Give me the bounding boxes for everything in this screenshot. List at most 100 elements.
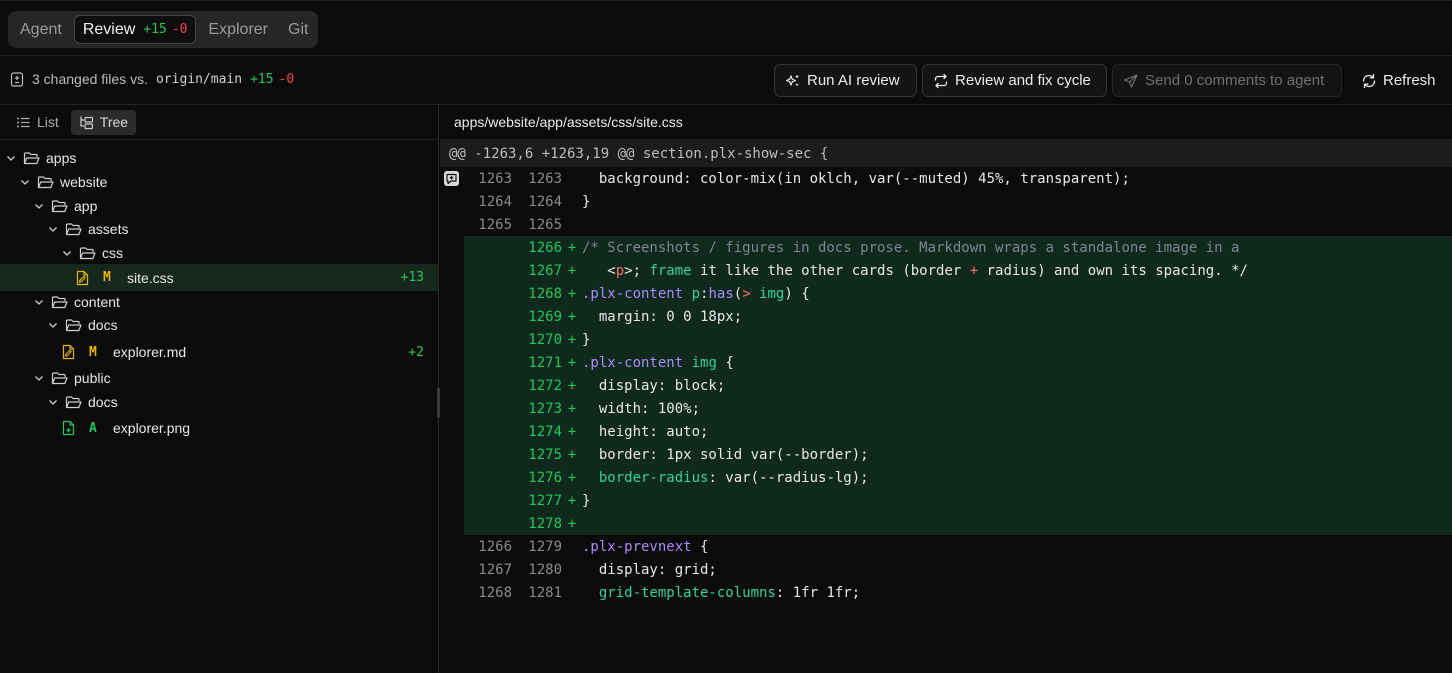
- tree-file-site-css[interactable]: M site.css +13: [0, 264, 438, 291]
- tree-folder-css[interactable]: css: [0, 241, 438, 265]
- diff-line-added[interactable]: 1275 + border: 1px solid var(--border);: [440, 443, 1452, 466]
- view-tabs: Agent Review +15 -0 Explorer Git: [8, 11, 318, 48]
- comment-gutter[interactable]: [440, 190, 464, 213]
- tab-agent[interactable]: Agent: [12, 15, 70, 44]
- diff-line-added[interactable]: 1274 + height: auto;: [440, 420, 1452, 443]
- code-text: background: color-mix(in oklch, var(--mu…: [582, 170, 1130, 187]
- tree-view-button[interactable]: Tree: [70, 109, 137, 135]
- summary-text: 3 changed files vs.: [32, 71, 148, 87]
- comment-gutter[interactable]: [440, 466, 464, 489]
- code-text: .plx-prevnext {: [582, 538, 709, 555]
- comment-gutter[interactable]: [440, 512, 464, 535]
- diff-line-context[interactable]: 1265 1265: [440, 213, 1452, 236]
- diff-lines: 1263 1263 background: color-mix(in oklch,…: [440, 167, 1452, 604]
- code-text: width: 100%;: [582, 400, 701, 417]
- tree-folder-docs[interactable]: docs: [0, 313, 438, 337]
- diff-line-added[interactable]: 1273 + width: 100%;: [440, 397, 1452, 420]
- tree-folder-apps[interactable]: apps: [0, 146, 438, 170]
- file-modified-icon: [62, 344, 75, 360]
- code-text: display: block;: [582, 377, 726, 394]
- send-icon: [1123, 73, 1138, 88]
- new-line-number: 1273: [528, 400, 562, 417]
- diff-line-context[interactable]: 1264 1264}: [440, 190, 1452, 213]
- comment-gutter[interactable]: [440, 282, 464, 305]
- diff-line-context[interactable]: 1268 1281 grid-template-columns: 1fr 1fr;: [440, 581, 1452, 604]
- code-text: <p>; frame it like the other cards (bord…: [582, 262, 1248, 279]
- run-ai-review-button[interactable]: Run AI review: [774, 64, 917, 97]
- code-text: display: grid;: [582, 561, 717, 578]
- tab-agent-label: Agent: [20, 20, 62, 38]
- diff-line-context[interactable]: 1263 1263 background: color-mix(in oklch,…: [440, 167, 1452, 190]
- comment-gutter[interactable]: [440, 328, 464, 351]
- file-added-icon: [62, 420, 75, 436]
- run-ai-review-label: Run AI review: [807, 72, 900, 89]
- chevron-down-icon: [7, 156, 15, 161]
- comment-gutter[interactable]: [440, 167, 464, 190]
- hunk-header: @@ -1263,6 +1263,19 @@ section.plx-show-…: [440, 140, 1452, 167]
- comment-gutter[interactable]: [440, 489, 464, 512]
- tab-explorer[interactable]: Explorer: [200, 15, 276, 44]
- tree-file-explorer-md[interactable]: M explorer.md +2: [0, 340, 438, 364]
- diff-sign: +: [567, 492, 577, 509]
- tree-folder-app[interactable]: app: [0, 194, 438, 218]
- diff-line-added[interactable]: 1270 +}: [440, 328, 1452, 351]
- diff-line-added[interactable]: 1278 +: [440, 512, 1452, 535]
- comment-gutter[interactable]: [440, 443, 464, 466]
- file-change-count: +2: [408, 344, 424, 360]
- diff-sign: +: [567, 469, 577, 486]
- diff-line-added[interactable]: 1267 + <p>; frame it like the other cards…: [440, 259, 1452, 282]
- comment-gutter[interactable]: [440, 305, 464, 328]
- tree-folder-assets[interactable]: assets: [0, 217, 438, 241]
- refresh-button[interactable]: Refresh: [1351, 64, 1447, 97]
- new-line-number: 1272: [528, 377, 562, 394]
- comment-gutter[interactable]: [440, 236, 464, 259]
- chevron-down-icon: [49, 227, 57, 232]
- review-fix-cycle-button[interactable]: Review and fix cycle: [922, 64, 1107, 97]
- tree-item-label: public: [74, 370, 111, 386]
- file-status-badge: A: [89, 420, 97, 436]
- comment-gutter[interactable]: [440, 581, 464, 604]
- file-diff-icon: [10, 71, 24, 87]
- tab-review[interactable]: Review +15 -0: [73, 15, 197, 44]
- comment-gutter[interactable]: [440, 558, 464, 581]
- new-line-number: 1269: [528, 308, 562, 325]
- diff-line-added[interactable]: 1271 + .plx-content img {: [440, 351, 1452, 374]
- diff-line-added[interactable]: 1277 +}: [440, 489, 1452, 512]
- diff-line-added[interactable]: 1276 + border-radius: var(--radius-lg);: [440, 466, 1452, 489]
- diff-line-added[interactable]: 1268 + .plx-content p:has(> img) {: [440, 282, 1452, 305]
- comment-gutter[interactable]: [440, 259, 464, 282]
- tree-folder-docs[interactable]: docs: [0, 390, 438, 414]
- tree-item-label: css: [102, 245, 123, 261]
- old-line-number: 1263: [478, 170, 512, 187]
- comment-gutter[interactable]: [440, 397, 464, 420]
- folder-open-icon: [51, 199, 68, 212]
- diff-line-added[interactable]: 1266 + /* Screenshots / figures in docs pr…: [440, 236, 1452, 259]
- chevron-down-icon: [35, 376, 43, 381]
- comment-gutter[interactable]: [440, 374, 464, 397]
- tree-file-explorer-png[interactable]: A explorer.png: [0, 416, 438, 440]
- code-text: grid-template-columns: 1fr 1fr;: [598, 584, 861, 601]
- send-comments-button[interactable]: Send 0 comments to agent: [1112, 64, 1342, 97]
- top-bar: Agent Review +15 -0 Explorer Git: [0, 0, 1452, 56]
- old-line-number: 1266: [478, 538, 512, 555]
- refresh-icon: [1362, 73, 1376, 88]
- list-view-button[interactable]: List: [8, 110, 67, 135]
- new-line-number: 1276: [528, 469, 562, 486]
- tree-folder-website[interactable]: website: [0, 170, 438, 194]
- comment-gutter[interactable]: [440, 213, 464, 236]
- diff-line-context[interactable]: 1267 1280 display: grid;: [440, 558, 1452, 581]
- diff-file-path: apps/website/app/assets/css/site.css: [440, 105, 1452, 140]
- tree-folder-content[interactable]: content: [0, 290, 438, 314]
- changes-summary: 3 changed files vs. origin/main +15 -0: [10, 71, 294, 87]
- diff-line-added[interactable]: 1272 + display: block;: [440, 374, 1452, 397]
- new-line-number: 1278: [528, 515, 562, 532]
- diff-line-context[interactable]: 1266 1279 .plx-prevnext {: [440, 535, 1452, 558]
- diff-line-added[interactable]: 1269 + margin: 0 0 18px;: [440, 305, 1452, 328]
- tab-git[interactable]: Git: [280, 15, 316, 44]
- comment-gutter[interactable]: [440, 351, 464, 374]
- comment-gutter[interactable]: [440, 420, 464, 443]
- comment-gutter[interactable]: [440, 535, 464, 558]
- tree-folder-public[interactable]: public: [0, 366, 438, 390]
- add-comment-icon[interactable]: [443, 170, 460, 187]
- code-text: border-radius: var(--radius-lg);: [598, 469, 869, 486]
